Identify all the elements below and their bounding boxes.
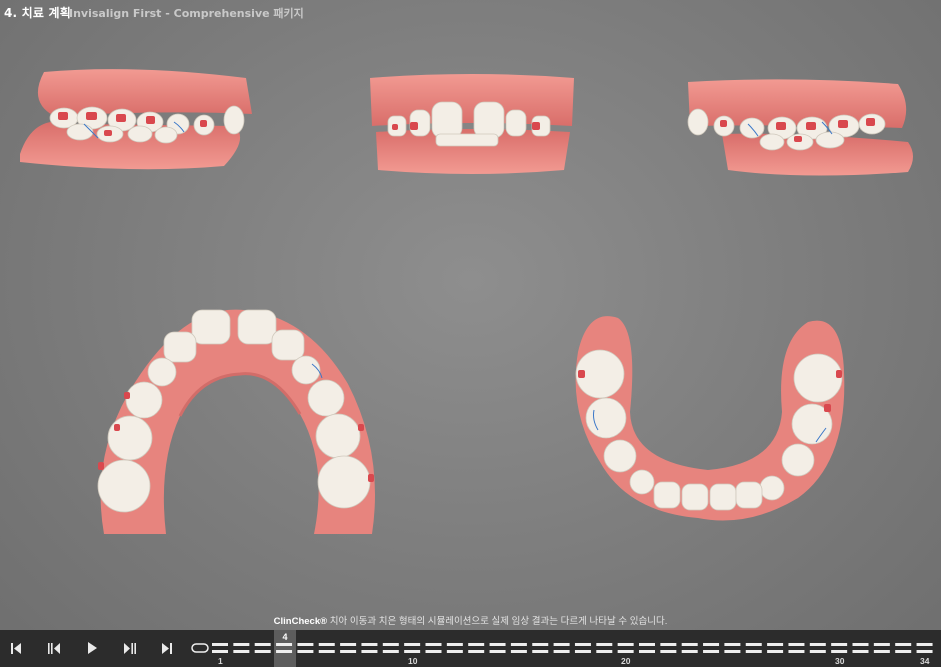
stage-33-tick-upper[interactable] [895, 643, 912, 646]
stage-4-tick-upper[interactable] [276, 643, 293, 646]
stage-31-tick-lower[interactable] [852, 650, 869, 653]
stage-6-tick-upper[interactable] [318, 643, 335, 646]
stage-27-tick-upper[interactable] [767, 643, 784, 646]
step-forward-icon [124, 642, 136, 654]
disclaimer: ClinCheck® 치아 이동과 치은 형태의 시뮬레이션으로 실제 임상 결… [0, 613, 941, 627]
stage-9-tick-lower[interactable] [382, 650, 399, 653]
stage-18-tick-upper[interactable] [574, 643, 591, 646]
stage-17-tick-lower[interactable] [553, 650, 570, 653]
stage-21-tick-upper[interactable] [639, 643, 655, 646]
stage-1-tick-upper[interactable] [212, 643, 228, 646]
stage-timeline[interactable]: 4 1 10 20 30 34 [190, 630, 941, 667]
tick-label-1: 1 [218, 656, 223, 666]
stage-27-tick-lower[interactable] [767, 650, 784, 653]
disclaimer-text: 치아 이동과 치은 형태의 시뮬레이션으로 실제 임상 결과는 다르게 나타날 … [327, 616, 668, 627]
stage-22-tick-upper[interactable] [660, 643, 677, 646]
stage-13-tick-lower[interactable] [468, 650, 485, 653]
stage-32-tick-lower[interactable] [873, 650, 890, 653]
stage-23-tick-lower[interactable] [681, 650, 698, 653]
stage-28-tick-upper[interactable] [788, 643, 805, 646]
anterior-view[interactable] [366, 74, 578, 176]
stage-13-tick-upper[interactable] [468, 643, 485, 646]
stage-8-tick-upper[interactable] [361, 643, 378, 646]
stage-25-tick-lower[interactable] [724, 650, 741, 653]
stage-8-tick-lower[interactable] [361, 650, 378, 653]
stage-2-tick-upper[interactable] [233, 643, 250, 646]
skip-to-end-icon [162, 642, 172, 654]
header: 4. 치료 계획 Invisalign First - Comprehensiv… [0, 0, 941, 26]
previous-stage-button[interactable] [41, 637, 67, 659]
stage-14-tick-upper[interactable] [489, 643, 506, 646]
stage-5-tick-lower[interactable] [297, 650, 314, 653]
stage-12-tick-lower[interactable] [446, 650, 463, 653]
package-name: Invisalign First - Comprehensive 패키지 [69, 7, 304, 20]
stage-29-tick-upper[interactable] [809, 643, 826, 646]
step-back-icon [48, 642, 60, 654]
stage-29-tick-lower[interactable] [809, 650, 826, 653]
stage-32-tick-upper[interactable] [873, 643, 890, 646]
step-title: 4. 치료 계획 [4, 6, 72, 20]
tick-label-20: 20 [621, 656, 631, 666]
stage-12-tick-upper[interactable] [446, 643, 463, 646]
stage-26-tick-lower[interactable] [745, 650, 762, 653]
stage-0-pill[interactable] [191, 643, 209, 653]
stage-10-tick-upper[interactable] [404, 643, 421, 646]
stage-player: 4 1 10 20 30 34 [0, 630, 941, 667]
mandibular-occlusal-view[interactable] [568, 312, 848, 524]
stage-14-tick-lower[interactable] [489, 650, 506, 653]
stage-3-tick-upper[interactable] [254, 643, 271, 646]
stage-10-tick-lower[interactable] [404, 650, 421, 653]
stage-16-tick-upper[interactable] [532, 643, 549, 646]
last-stage-button[interactable] [154, 637, 180, 659]
stage-15-tick-upper[interactable] [510, 643, 527, 646]
stage-7-tick-upper[interactable] [340, 643, 357, 646]
stage-22-tick-lower[interactable] [660, 650, 677, 653]
tick-label-10: 10 [408, 656, 418, 666]
stage-11-tick-upper[interactable] [425, 643, 442, 646]
stage-15-tick-lower[interactable] [510, 650, 527, 653]
stage-20-tick-upper[interactable] [617, 643, 634, 646]
stage-28-tick-lower[interactable] [788, 650, 805, 653]
left-buccal-view[interactable] [682, 76, 918, 176]
play-icon [88, 642, 97, 654]
tick-label-30: 30 [835, 656, 845, 666]
stage-34-tick-upper[interactable] [916, 643, 933, 646]
stage-18-tick-lower[interactable] [574, 650, 591, 653]
first-stage-button[interactable] [3, 637, 29, 659]
stage-31-tick-upper[interactable] [852, 643, 869, 646]
stage-ticks [191, 643, 933, 653]
stage-7-tick-lower[interactable] [340, 650, 357, 653]
stage-26-tick-upper[interactable] [745, 643, 762, 646]
stage-17-tick-upper[interactable] [553, 643, 570, 646]
stage-9-tick-upper[interactable] [382, 643, 399, 646]
stage-24-tick-upper[interactable] [703, 643, 720, 646]
next-stage-button[interactable] [117, 637, 143, 659]
stage-20-tick-lower[interactable] [617, 650, 634, 653]
stage-11-tick-lower[interactable] [425, 650, 442, 653]
stage-34-tick-lower[interactable] [916, 650, 933, 653]
play-button[interactable] [79, 637, 105, 659]
stage-16-tick-lower[interactable] [532, 650, 549, 653]
stage-19-tick-upper[interactable] [596, 643, 613, 646]
skip-to-start-icon [11, 642, 21, 654]
stage-3-tick-lower[interactable] [254, 650, 271, 653]
stage-6-tick-lower[interactable] [318, 650, 335, 653]
stage-23-tick-upper[interactable] [681, 643, 698, 646]
right-buccal-view[interactable] [14, 62, 262, 174]
stage-30-tick-upper[interactable] [831, 643, 848, 646]
tick-label-34: 34 [920, 656, 930, 666]
stage-24-tick-lower[interactable] [703, 650, 720, 653]
stage-4-tick-lower[interactable] [276, 650, 293, 653]
maxillary-occlusal-view[interactable] [94, 304, 384, 540]
stage-19-tick-lower[interactable] [596, 650, 613, 653]
stage-25-tick-upper[interactable] [724, 643, 741, 646]
stage-33-tick-lower[interactable] [895, 650, 912, 653]
clincheck-brand: ClinCheck® [273, 616, 328, 627]
stage-21-tick-lower[interactable] [639, 650, 655, 653]
stage-30-tick-lower[interactable] [831, 650, 848, 653]
stage-1-tick-lower[interactable] [212, 650, 228, 653]
stage-2-tick-lower[interactable] [233, 650, 250, 653]
stage-5-tick-upper[interactable] [297, 643, 314, 646]
